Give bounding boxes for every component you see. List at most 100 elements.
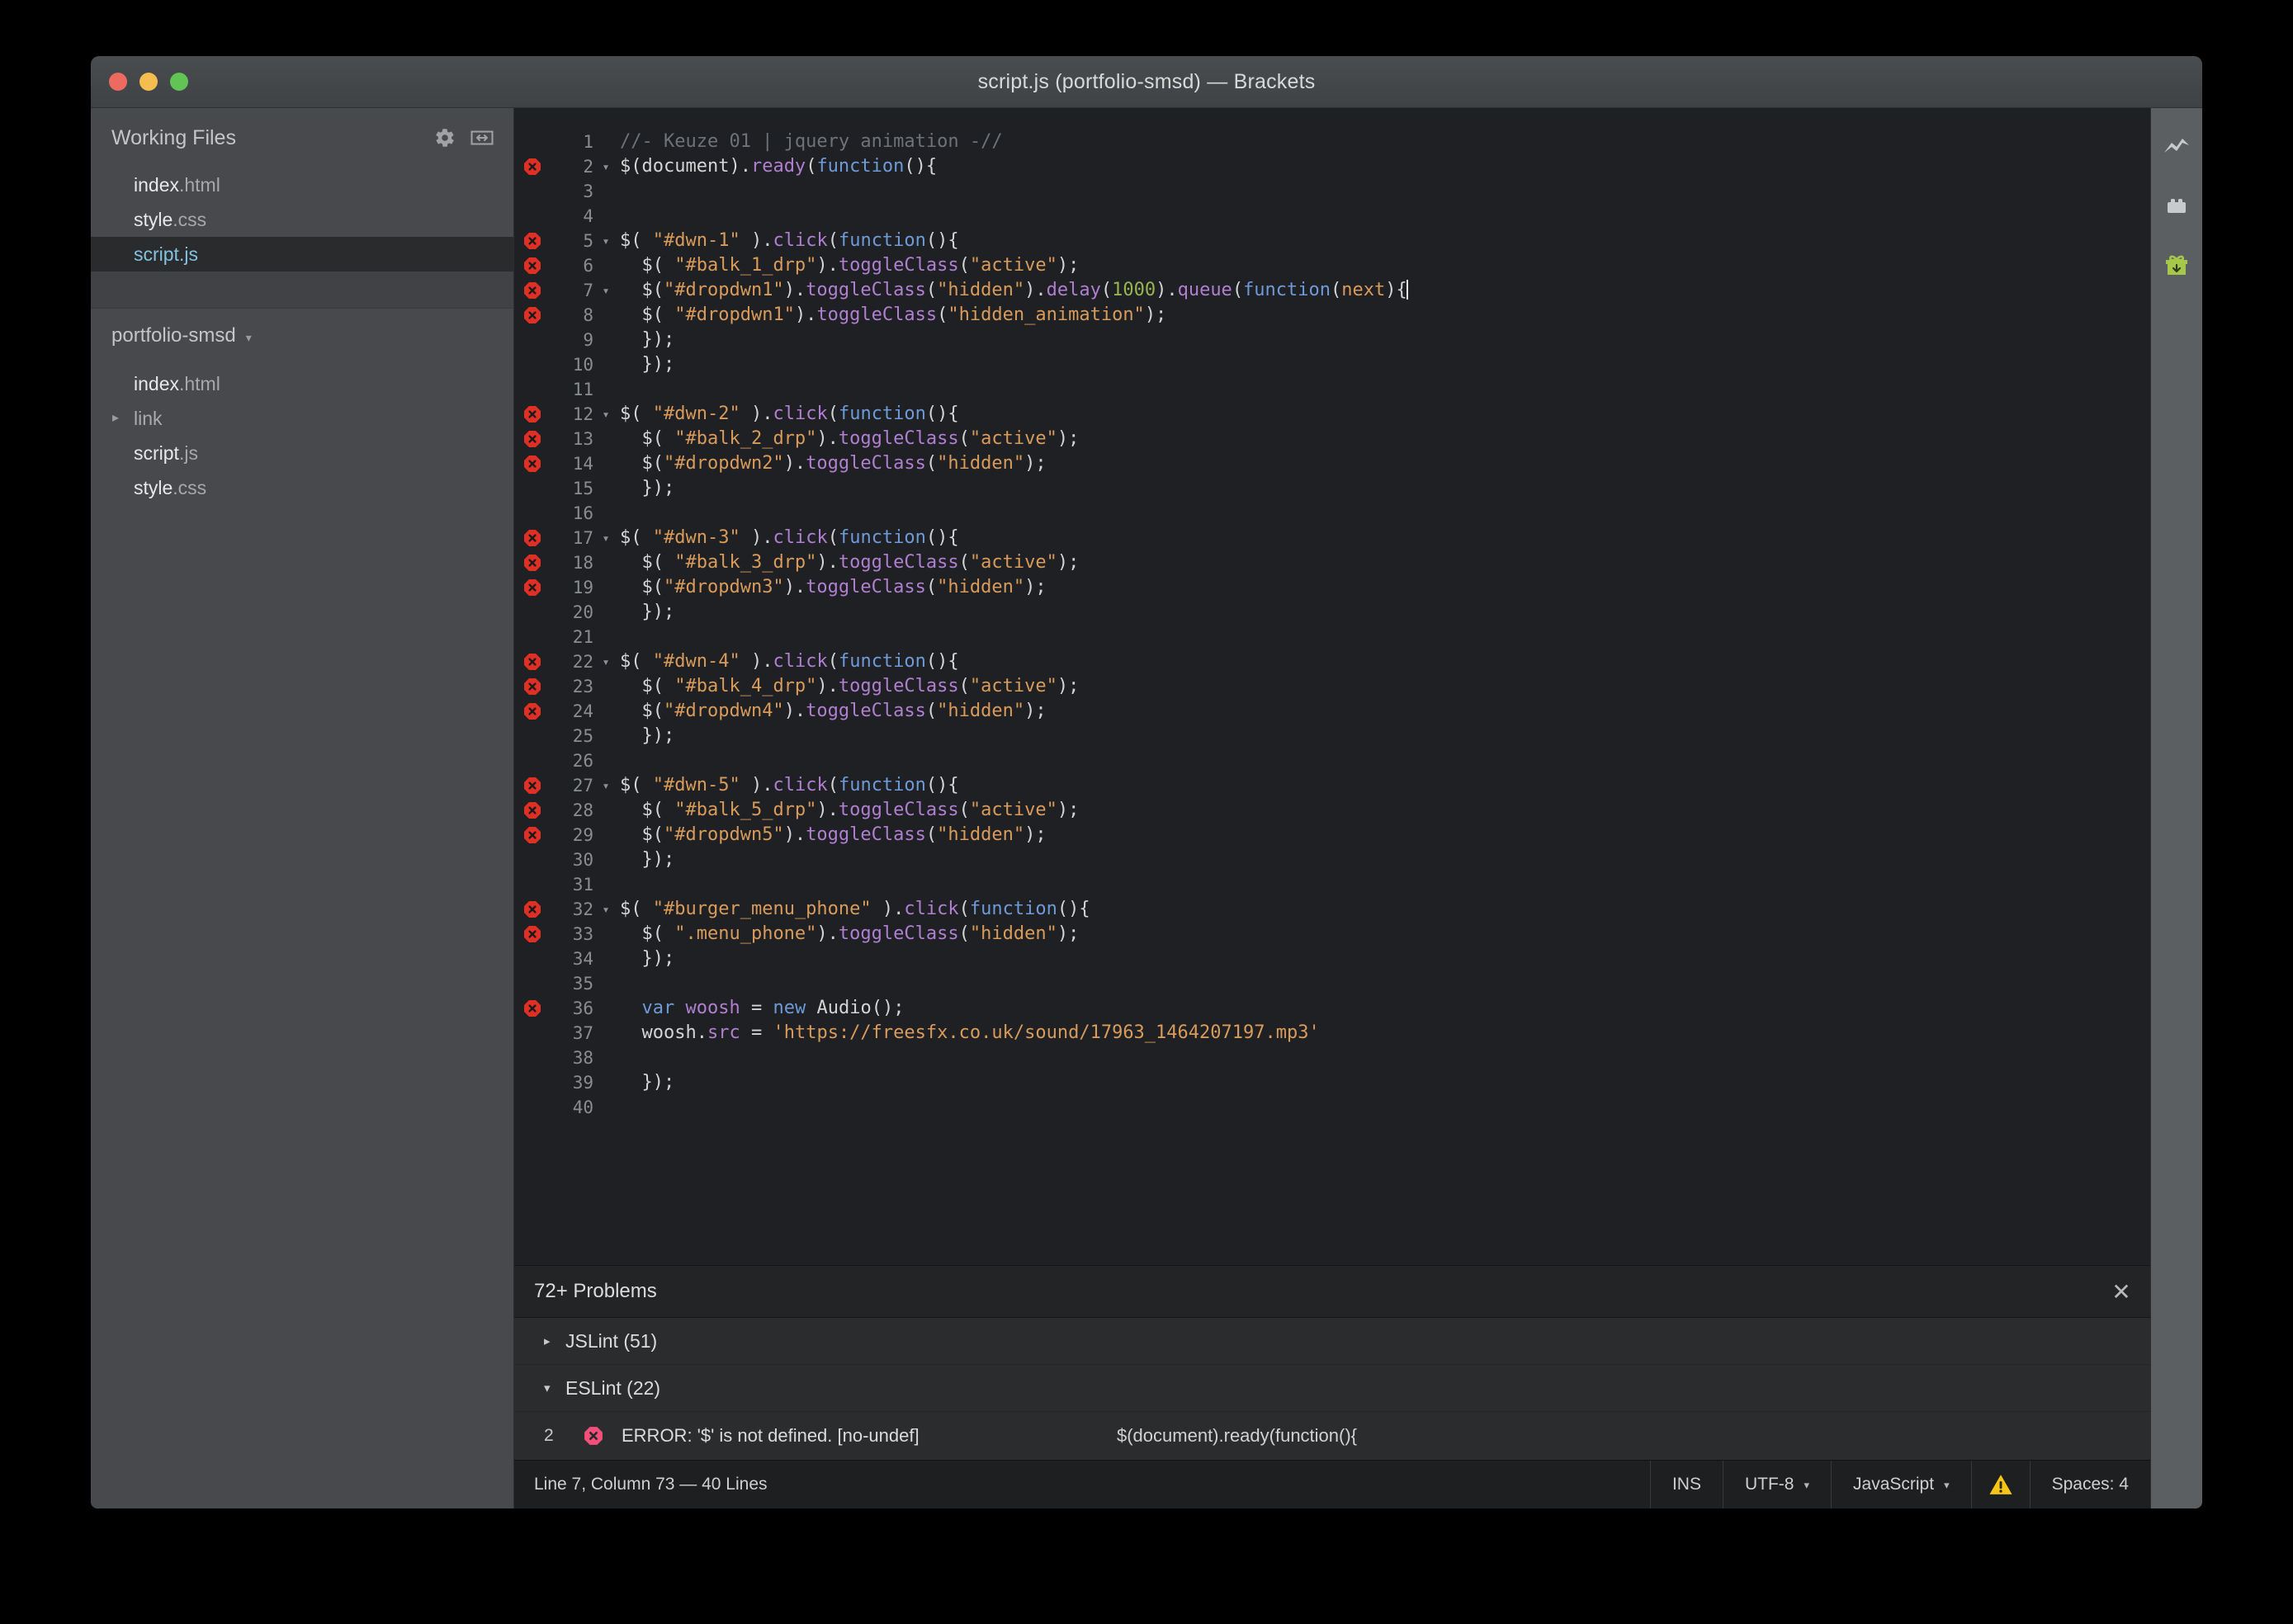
code-text-area[interactable]: //- Keuze 01 | jquery animation -//$(doc… [615, 108, 2150, 1265]
file-basename: script [134, 243, 179, 265]
code-token: "hidden_animation" [948, 304, 1145, 325]
error-marker[interactable] [514, 253, 551, 278]
code-token: 'https://freesfx.co.uk/sound/17963_14642… [773, 1022, 1320, 1043]
error-marker[interactable] [514, 451, 551, 476]
project-file-item[interactable]: index .html [91, 366, 513, 401]
chevron-down-icon[interactable]: ▾ [544, 1381, 565, 1395]
code-editor[interactable]: 1 2 3 4 5 6 7 8 9 10 11 12 13 14 15 16 17 18 19 20 21 22 23 24 2… [514, 108, 2150, 1265]
code-token: toggleClass [806, 577, 926, 597]
error-marker[interactable] [514, 575, 551, 600]
fold-toggle-icon[interactable]: ▾ [597, 278, 615, 303]
problems-group-header[interactable]: ▸ JSLint (51) [514, 1318, 2150, 1365]
problem-error-icon [584, 1426, 622, 1446]
indent-setting-button[interactable]: Spaces: 4 [2029, 1461, 2150, 1508]
chevron-right-icon[interactable]: ▸ [544, 1334, 565, 1348]
error-marker[interactable] [514, 699, 551, 724]
fold-toggle-icon[interactable]: ▾ [597, 402, 615, 427]
error-octagon-icon [523, 900, 541, 918]
error-marker[interactable] [514, 897, 551, 922]
close-window-button[interactable] [109, 73, 127, 91]
code-token: click [773, 404, 828, 424]
project-file-item[interactable]: style .css [91, 470, 513, 505]
error-marker[interactable] [514, 402, 551, 427]
code-line: }); [620, 847, 2150, 872]
chevron-right-icon[interactable]: ▸ [112, 412, 119, 425]
code-token: ( [925, 824, 938, 845]
extension-manager-icon[interactable] [2161, 191, 2192, 222]
project-folder-item[interactable]: ▸ link [91, 401, 513, 436]
error-marker[interactable] [514, 278, 551, 303]
project-file-item[interactable]: script .js [91, 436, 513, 470]
code-token: "hidden" [937, 577, 1025, 597]
error-octagon-icon [523, 158, 541, 176]
error-marker[interactable] [514, 427, 551, 451]
code-token: (){ [925, 651, 959, 672]
line-number-gutter: 1 2 3 4 5 6 7 8 9 10 11 12 13 14 15 16 17 18 19 20 21 22 23 24 2… [551, 108, 597, 1265]
error-marker[interactable] [514, 550, 551, 575]
fold-toggle-icon[interactable]: ▾ [597, 773, 615, 798]
code-fold-gutter[interactable]: ▾ ▾ ▾ ▾ ▾ ▾ ▾ ▾ [597, 108, 615, 1265]
zoom-window-button[interactable] [170, 73, 188, 91]
fold-toggle-icon[interactable]: ▾ [597, 229, 615, 253]
code-token: (){ [925, 404, 959, 424]
fold-toggle-icon[interactable]: ▾ [597, 526, 615, 550]
fold-toggle-icon[interactable]: ▾ [597, 154, 615, 179]
gutter-blank [514, 204, 551, 229]
code-token: (){ [904, 156, 938, 177]
minimize-window-button[interactable] [139, 73, 158, 91]
project-name: portfolio-smsd [111, 324, 236, 347]
error-octagon-icon [523, 455, 541, 473]
insert-mode-button[interactable]: INS [1649, 1461, 1723, 1508]
gear-icon[interactable] [434, 127, 456, 149]
error-marker[interactable] [514, 798, 551, 823]
code-token: "#dropdwn1" [663, 280, 784, 300]
error-marker[interactable] [514, 154, 551, 179]
working-file-item[interactable]: index .html [91, 168, 513, 202]
code-token: "#dwn-5" [652, 775, 740, 795]
code-token: ( [937, 304, 948, 325]
error-marker[interactable] [514, 649, 551, 674]
warning-triangle-icon[interactable] [1970, 1461, 2030, 1508]
project-header[interactable]: portfolio-smsd ▾ [91, 309, 513, 363]
fold-blank [597, 724, 615, 748]
error-marker[interactable] [514, 526, 551, 550]
encoding-selector[interactable]: UTF-8 ▾ [1722, 1461, 1831, 1508]
working-file-item[interactable]: style .css [91, 202, 513, 237]
code-token: ). [740, 404, 773, 424]
problems-group-label: ESLint (22) [565, 1376, 661, 1399]
code-token: toggleClass [806, 453, 926, 474]
code-token: "#dropdwn5" [663, 824, 784, 845]
error-marker[interactable] [514, 229, 551, 253]
error-marker[interactable] [514, 996, 551, 1021]
working-file-item[interactable]: script .js [91, 237, 513, 271]
live-preview-icon[interactable] [2161, 131, 2192, 163]
error-marker[interactable] [514, 922, 551, 947]
error-octagon-icon [523, 430, 541, 448]
line-number: 20 [572, 602, 593, 622]
error-marker[interactable] [514, 674, 551, 699]
split-view-icon[interactable] [470, 128, 494, 148]
code-line: }); [620, 1070, 2150, 1095]
fold-toggle-icon[interactable]: ▾ [597, 649, 615, 674]
fold-toggle-icon[interactable]: ▾ [597, 897, 615, 922]
problems-group-header[interactable]: ▾ ESLint (22) [514, 1365, 2150, 1412]
code-line: $( "#balk_5_drp").toggleClass("active"); [620, 798, 2150, 823]
line-number: 11 [572, 380, 593, 399]
code-token: "#dropdwn3" [663, 577, 784, 597]
gift-icon[interactable] [2161, 250, 2192, 281]
problem-row[interactable]: 2 ERROR: '$' is not defined. [no-undef] $(… [514, 1412, 2150, 1460]
error-marker[interactable] [514, 823, 551, 847]
language-selector[interactable]: JavaScript ▾ [1831, 1461, 1971, 1508]
close-icon[interactable]: ✕ [2092, 1266, 2150, 1317]
fold-blank [597, 1095, 615, 1120]
code-token: ( [1100, 280, 1113, 300]
error-marker[interactable] [514, 303, 551, 328]
code-token: $( [620, 577, 664, 597]
error-marker[interactable] [514, 773, 551, 798]
code-token: ); [1024, 701, 1047, 721]
line-number: 19 [572, 578, 593, 597]
line-number: 6 [583, 256, 593, 276]
code-token: }); [620, 1072, 675, 1093]
